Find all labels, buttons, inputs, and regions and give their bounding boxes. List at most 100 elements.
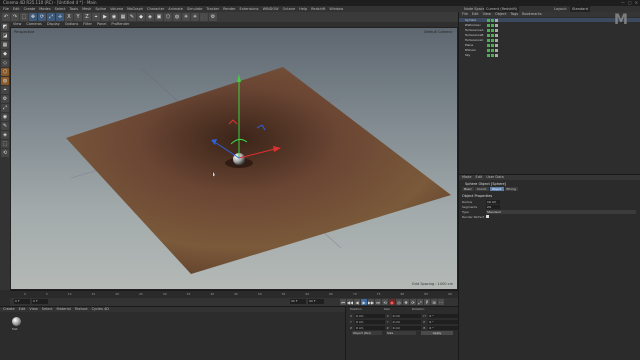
left-tool-10[interactable]: ◉: [1, 113, 9, 121]
transport-button-0[interactable]: ⏮: [340, 299, 346, 305]
toolbar-button-21[interactable]: ☀: [191, 13, 199, 21]
render-dot-icon[interactable]: [491, 43, 494, 47]
object-row-rscam[interactable]: RSCam: [459, 48, 640, 52]
toolbar-button-16[interactable]: ◈: [146, 13, 154, 21]
object-menu-view[interactable]: View: [483, 12, 491, 17]
left-tool-13[interactable]: ⬚: [1, 140, 9, 148]
render-perfect-checkbox[interactable]: [486, 215, 489, 218]
viewport[interactable]: Perspective Default Camera · Grid Spacin…: [10, 27, 458, 290]
toolbar-button-7[interactable]: X: [65, 13, 73, 21]
transport-button-9[interactable]: ✥: [403, 299, 409, 305]
coord-size-select[interactable]: Size: [386, 331, 416, 335]
toolbar-button-10[interactable]: ⌖: [92, 13, 100, 21]
transport-button-3[interactable]: ▶: [361, 299, 367, 305]
left-tool-11[interactable]: ✎: [1, 122, 9, 130]
tab-coord[interactable]: Coord.: [474, 187, 489, 191]
coord-rotation-field[interactable]: 0 °: [428, 325, 459, 330]
toolbar-button-20[interactable]: ✳: [182, 13, 190, 21]
timeline-ruler[interactable]: 0 5 10 15 20 25 30 35 40 45 50 55 60 65 70 75 80 85 90: [10, 290, 458, 298]
visibility-dot-icon[interactable]: [487, 18, 490, 22]
material-swatch[interactable]: [12, 317, 21, 326]
start-frame-field[interactable]: 0 F: [32, 299, 48, 304]
object-row-turbulenceb[interactable]: TurbulenceB: [459, 33, 640, 37]
left-tool-12[interactable]: ◈: [1, 131, 9, 139]
visibility-dot-icon[interactable]: [487, 48, 490, 52]
transport-button-12[interactable]: P: [424, 299, 430, 305]
visibility-dot-icon[interactable]: [487, 53, 490, 57]
transport-button-6[interactable]: ⟲: [382, 299, 388, 305]
material-menu-cycles-4d[interactable]: Cycles 4D: [92, 307, 109, 312]
tag-icon[interactable]: [495, 48, 498, 52]
object-menu-file[interactable]: File: [462, 12, 468, 17]
attribute-menu-mode[interactable]: Mode: [462, 175, 472, 180]
visibility-dot-icon[interactable]: [487, 28, 490, 32]
toolbar-button-4[interactable]: ⟳: [38, 13, 46, 21]
object-menu-edit[interactable]: Edit: [472, 12, 479, 17]
coord-position-field[interactable]: 0 cm: [354, 325, 385, 330]
toolbar-button-23[interactable]: ⚙: [209, 13, 217, 21]
tag-icon[interactable]: [495, 23, 498, 27]
end-frame-field[interactable]: 90 F: [290, 299, 306, 304]
object-row-symbol[interactable]: Symbol: [459, 18, 640, 22]
toolbar-button-5[interactable]: ⤢: [47, 13, 55, 21]
toolbar-button-6[interactable]: ✛: [56, 13, 64, 21]
tag-icon[interactable]: [495, 33, 498, 37]
coord-size-field[interactable]: 0 cm: [391, 319, 422, 324]
left-tool-5[interactable]: ⬡: [1, 68, 9, 76]
left-tool-0[interactable]: ◩: [1, 23, 9, 31]
object-row-rsdomeli[interactable]: RSDomeLi: [459, 23, 640, 27]
coord-rotation-field[interactable]: 0 °: [428, 319, 459, 324]
plane-object[interactable]: [66, 67, 451, 274]
tab-object[interactable]: Object: [489, 187, 504, 191]
toolbar-button-1[interactable]: ↷: [11, 13, 19, 21]
material-menu-select[interactable]: Select: [42, 307, 53, 312]
material-menu-edit[interactable]: Edit: [19, 307, 26, 312]
toolbar-button-0[interactable]: ↶: [2, 13, 10, 21]
material-menu-create[interactable]: Create: [3, 307, 15, 312]
object-row-turbulencea[interactable]: TurbulenceA: [459, 28, 640, 32]
object-row-sky[interactable]: Sky: [459, 53, 640, 57]
preview-end-field[interactable]: 90 F: [308, 299, 324, 304]
toolbar-button-9[interactable]: Z: [83, 13, 91, 21]
render-dot-icon[interactable]: [491, 48, 494, 52]
tab-basic[interactable]: Basic: [462, 187, 474, 191]
toolbar-button-22[interactable]: 🎥: [200, 13, 208, 21]
transport-button-1[interactable]: ◀◀: [347, 299, 353, 305]
transport-button-13[interactable]: ⊞: [431, 299, 437, 305]
coord-mode-select[interactable]: Object (Rel): [352, 331, 382, 335]
toolbar-button-14[interactable]: ✎: [128, 13, 136, 21]
attribute-menu-edit[interactable]: Edit: [476, 175, 483, 180]
render-dot-icon[interactable]: [491, 23, 494, 27]
visibility-dot-icon[interactable]: [487, 23, 490, 27]
left-tool-1[interactable]: ◪: [1, 32, 9, 40]
toolbar-button-3[interactable]: ✥: [29, 13, 37, 21]
left-tool-14[interactable]: ⟲: [1, 149, 9, 157]
toolbar-button-19[interactable]: ◍: [173, 13, 181, 21]
coord-size-field[interactable]: 0 cm: [391, 325, 422, 330]
tag-icon[interactable]: [495, 53, 498, 57]
object-row-turbulencec[interactable]: TurbulenceC: [459, 38, 640, 42]
visibility-dot-icon[interactable]: [487, 43, 490, 47]
left-tool-8[interactable]: ⚙: [1, 95, 9, 103]
toolbar-button-8[interactable]: Y: [74, 13, 82, 21]
material-menu-texture[interactable]: Texture: [75, 307, 88, 312]
left-tool-2[interactable]: ▦: [1, 41, 9, 49]
tag-icon[interactable]: [495, 38, 498, 42]
toolbar-button-17[interactable]: ▣: [155, 13, 163, 21]
coord-position-field[interactable]: 0 cm: [354, 313, 385, 318]
material-menu-material[interactable]: Material: [57, 307, 71, 312]
attr-value-field[interactable]: 24: [486, 204, 500, 209]
transport-button-2[interactable]: ◀: [354, 299, 360, 305]
object-menu-tags[interactable]: Tags: [510, 12, 518, 17]
attr-value-field[interactable]: 10 cm: [486, 199, 500, 204]
coord-size-field[interactable]: 0 cm: [391, 313, 422, 318]
render-dot-icon[interactable]: [491, 18, 494, 22]
toolbar-button-2[interactable]: ⬚: [20, 13, 28, 21]
tag-icon[interactable]: [495, 28, 498, 32]
object-row-plane[interactable]: Plane: [459, 43, 640, 47]
transport-button-8[interactable]: ◎: [396, 299, 402, 305]
left-tool-3[interactable]: ◆: [1, 50, 9, 58]
transport-button-10[interactable]: ⟳: [410, 299, 416, 305]
transport-button-5[interactable]: ⏭: [375, 299, 381, 305]
material-menu-view[interactable]: View: [29, 307, 37, 312]
